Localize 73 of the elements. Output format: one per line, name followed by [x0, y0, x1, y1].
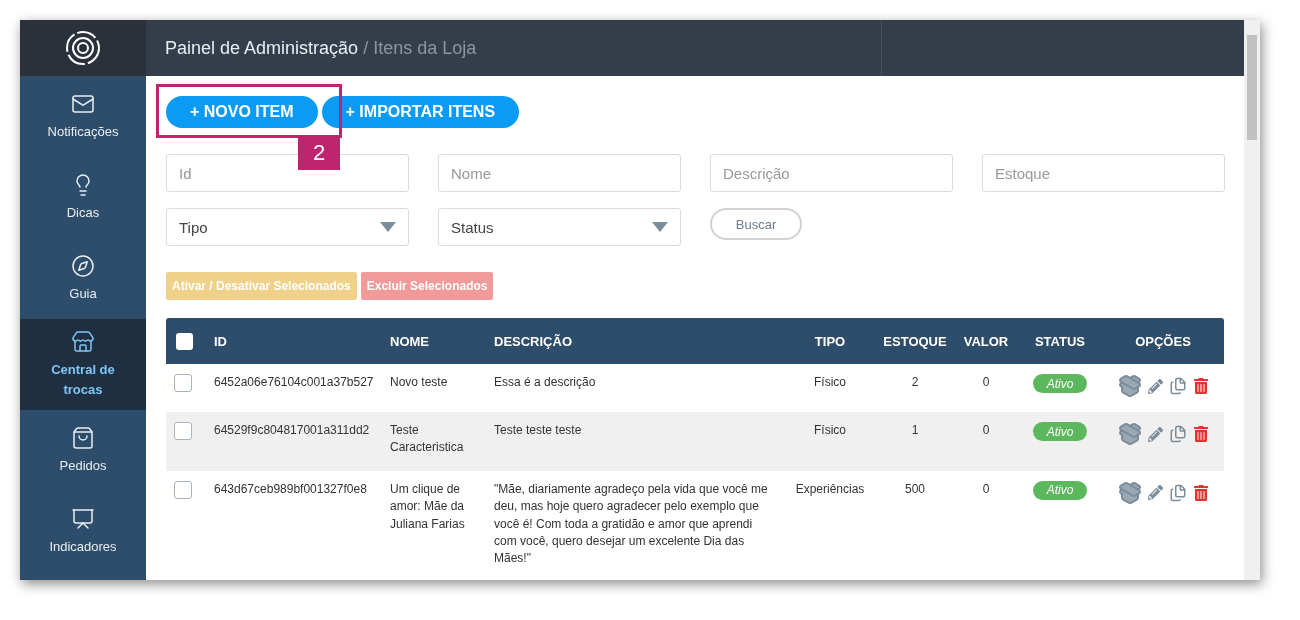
shopping-bag-icon: [71, 425, 95, 450]
breadcrumb: / Itens da Loja: [363, 37, 477, 59]
open-box-icon[interactable]: [1118, 480, 1142, 505]
column-header: STATUS: [1033, 333, 1087, 349]
filter-field[interactable]: Descrição: [710, 154, 953, 192]
status-badge: Ativo: [1033, 422, 1087, 441]
sidebar-item[interactable]: Guia: [20, 238, 146, 319]
column-header: NOME: [390, 333, 430, 349]
name-cell-text: Novo teste: [390, 374, 449, 391]
column-header: VALOR: [962, 333, 1010, 349]
sidebar-label: Pedidos: [59, 456, 107, 475]
sidebar-item[interactable]: Notificações: [20, 76, 146, 157]
stock-cell-text: 2: [910, 374, 920, 391]
edit-icon[interactable]: [1148, 378, 1163, 394]
delete-icon[interactable]: [1193, 484, 1209, 501]
stock-cell-text: 500: [904, 480, 926, 498]
sidebar-label: Central de trocas: [50, 361, 116, 399]
row-checkbox[interactable]: [174, 374, 192, 392]
value-cell-text: 0: [981, 422, 991, 439]
row-checkbox[interactable]: [174, 480, 192, 499]
sidebar-item[interactable]: Pedidos: [20, 410, 146, 491]
sidebar-label: Guia: [69, 284, 97, 303]
select-all-checkbox[interactable]: [176, 332, 193, 350]
sidebar-item[interactable]: Dicas: [20, 157, 146, 238]
id-cell-text: 643d67ceb989bf001327f0e8: [214, 480, 368, 498]
value-cell-text: 0: [981, 374, 991, 391]
status-badge: Ativo: [1033, 480, 1087, 500]
column-header: ESTOQUE: [882, 333, 948, 349]
caret-icon: [652, 222, 668, 232]
filter-field[interactable]: Estoque: [982, 154, 1225, 192]
column-header: TIPO: [813, 333, 847, 349]
chart-board-icon: [71, 506, 95, 531]
id-cell-text: 64529f9c804817001a311dd2: [214, 422, 371, 439]
delete-icon[interactable]: [1193, 378, 1209, 394]
filter-dropdown[interactable]: Tipo: [166, 208, 409, 246]
open-box-icon[interactable]: [1118, 374, 1142, 398]
type-cell-text: Experiências: [794, 480, 866, 498]
store-icon: [71, 330, 95, 354]
status-badge: Ativo: [1033, 374, 1087, 393]
copy-icon[interactable]: [1169, 425, 1187, 443]
search-button[interactable]: Buscar: [710, 208, 802, 240]
column-header: OPÇÕES: [1134, 333, 1192, 349]
copy-icon[interactable]: [1169, 483, 1187, 502]
sidebar-label: Dicas: [66, 203, 100, 222]
caret-icon: [380, 222, 396, 232]
column-header: ID: [214, 333, 228, 349]
value-cell-text: 0: [981, 480, 991, 498]
open-box-icon[interactable]: [1118, 422, 1142, 446]
filter-dropdown[interactable]: Status: [438, 208, 681, 246]
id-cell-text: 6452a06e76104c001a37b527: [214, 374, 375, 391]
name-cell-text: Um clique de amor: Mãe da Juliana Farias: [390, 480, 466, 533]
sidebar-label: Notificações: [47, 122, 119, 141]
description-cell-text: Teste teste teste: [494, 422, 583, 439]
name-cell-text: Teste Caracteristica: [390, 422, 465, 457]
logo-icon: [65, 30, 101, 66]
scrollbar[interactable]: [1244, 20, 1260, 580]
sidebar-item[interactable]: Indicadores: [20, 491, 146, 572]
edit-icon[interactable]: [1148, 426, 1163, 442]
copy-icon[interactable]: [1169, 377, 1187, 395]
delete-icon[interactable]: [1193, 426, 1209, 442]
stock-cell-text: 1: [910, 422, 920, 439]
compass-icon: [71, 253, 95, 278]
type-cell-text: Físico: [813, 374, 847, 391]
description-cell-text: "Mãe, diariamente agradeço pela vida que você me deu, mas hoje quero agradecer pelo exemplo que você é! Com toda a gratidão e amor que aprendi com você, quero desejar um excelente Dia das Mães!": [494, 480, 769, 568]
type-cell-text: Físico: [813, 422, 847, 439]
edit-icon[interactable]: [1148, 485, 1163, 501]
sidebar-label: Indicadores: [49, 537, 117, 556]
row-checkbox[interactable]: [174, 422, 192, 440]
column-header: DESCRIÇÃO: [494, 333, 573, 349]
filter-field[interactable]: Nome: [438, 154, 681, 192]
sidebar-item[interactable]: Central de trocas: [20, 319, 146, 410]
page-title: Painel de Administração / Itens da Loja: [146, 20, 882, 76]
description-cell-text: Essa é a descrição: [494, 374, 597, 391]
